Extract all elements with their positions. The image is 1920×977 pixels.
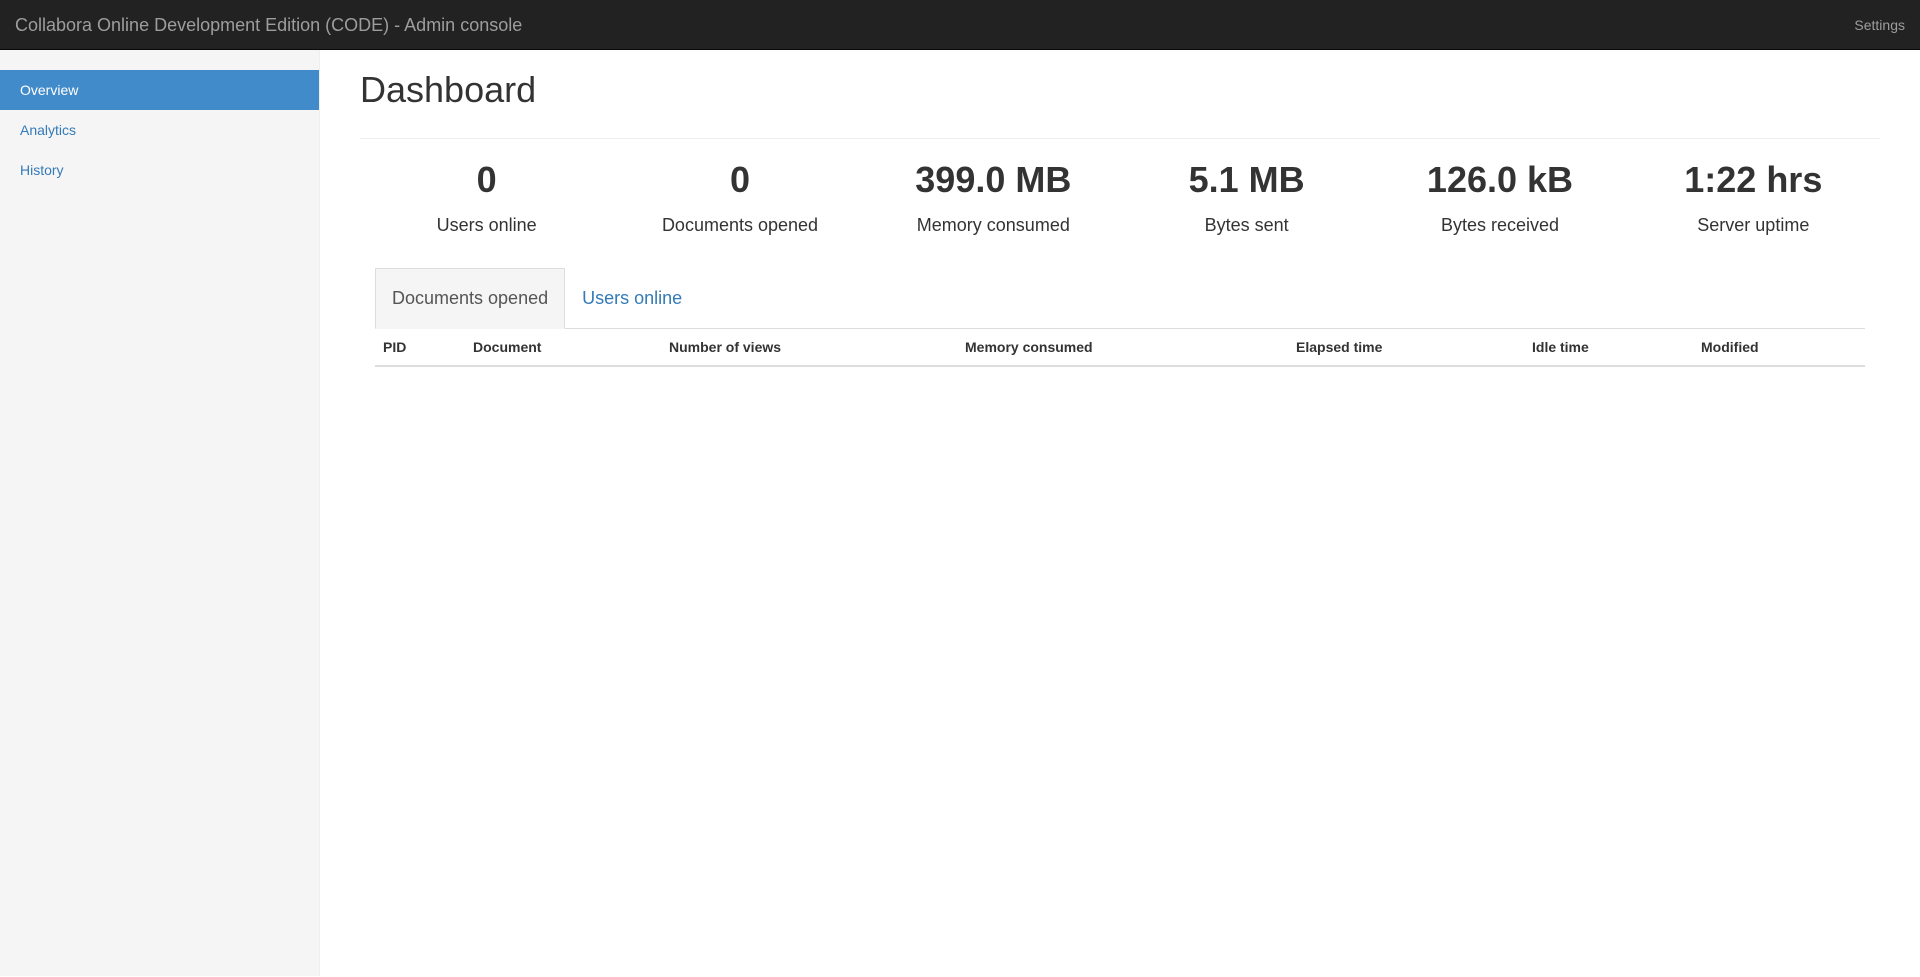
- page-header: Dashboard: [360, 70, 1880, 139]
- sidebar-item-analytics[interactable]: Analytics: [0, 110, 319, 150]
- stat-value: 5.1 MB: [1188, 159, 1305, 200]
- settings-link[interactable]: Settings: [1854, 0, 1905, 50]
- stat-users-online: 0 Users online: [360, 158, 613, 238]
- column-header-memory-consumed[interactable]: Memory consumed: [957, 329, 1288, 367]
- stat-bytes-received: 126.0 kB Bytes received: [1373, 158, 1626, 238]
- column-header-modified[interactable]: Modified: [1693, 329, 1865, 367]
- stat-server-uptime: 1:22 hrs Server uptime: [1627, 158, 1880, 238]
- stat-value: 399.0 MB: [915, 159, 1072, 200]
- stat-label: Bytes received: [1440, 215, 1559, 235]
- table-header-row: PID Document Number of views Memory cons…: [375, 329, 1865, 367]
- stat-label: Server uptime: [1697, 215, 1810, 235]
- page-title: Dashboard: [360, 69, 537, 110]
- column-header-document[interactable]: Document: [465, 329, 661, 367]
- tab-documents-opened[interactable]: Documents opened: [375, 268, 566, 329]
- sidebar-item-overview[interactable]: Overview: [0, 70, 319, 110]
- stat-bytes-sent: 5.1 MB Bytes sent: [1120, 158, 1373, 238]
- stat-memory-consumed: 399.0 MB Memory consumed: [867, 158, 1120, 238]
- stat-label: Bytes sent: [1204, 215, 1289, 235]
- stat-documents-opened: 0 Documents opened: [613, 158, 866, 238]
- column-header-pid[interactable]: PID: [375, 329, 465, 367]
- stats-row: 0 Users online 0 Documents opened 399.0 …: [360, 139, 1880, 238]
- documents-table: PID Document Number of views Memory cons…: [375, 329, 1865, 367]
- sidebar: Overview Analytics History: [0, 50, 320, 976]
- stat-value: 126.0 kB: [1426, 159, 1574, 200]
- stat-value: 1:22 hrs: [1684, 159, 1823, 200]
- sidebar-item-history[interactable]: History: [0, 150, 319, 190]
- stat-value: 0: [476, 159, 497, 200]
- column-header-number-of-views[interactable]: Number of views: [661, 329, 957, 367]
- tab-bar: Documents opened Users online: [375, 268, 1865, 329]
- app-title[interactable]: Collabora Online Development Edition (CO…: [15, 0, 522, 50]
- stat-label: Users online: [436, 215, 537, 235]
- stat-label: Memory consumed: [916, 215, 1070, 235]
- stat-label: Documents opened: [661, 215, 819, 235]
- tab-users-online[interactable]: Users online: [565, 268, 699, 329]
- stat-value: 0: [729, 159, 750, 200]
- main-content: Dashboard 0 Users online 0 Documents ope…: [360, 50, 1880, 367]
- top-navbar: Collabora Online Development Edition (CO…: [0, 0, 1920, 50]
- tabs-panel: Documents opened Users online PID Docume…: [375, 268, 1865, 367]
- column-header-elapsed-time[interactable]: Elapsed time: [1288, 329, 1524, 367]
- column-header-idle-time[interactable]: Idle time: [1524, 329, 1693, 367]
